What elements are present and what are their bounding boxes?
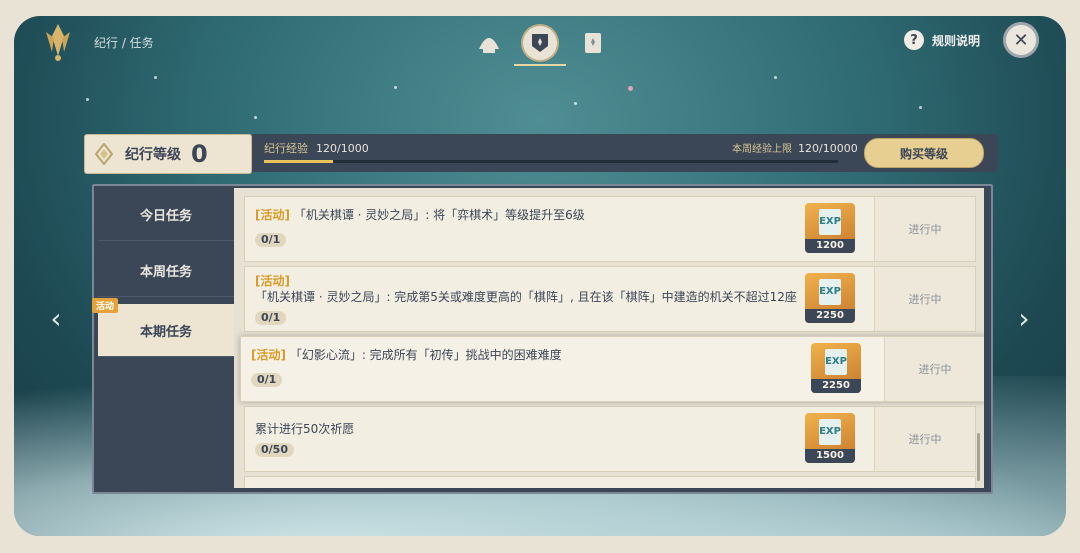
mission-status: 进行中 (874, 197, 975, 261)
mission-list: [活动] 「机关棋谭 · 灵妙之局」: 将「弈棋术」等级提升至6级 0/1 EX… (234, 188, 984, 488)
mission-panel: 今日任务 本周任务 活动 本期任务 [活动] 「机关棋谭 · 灵妙之局」: 将「… (92, 184, 993, 494)
question-icon: ? (904, 30, 924, 50)
exp-text: 纪行经验 120/1000 (264, 140, 369, 156)
reward-item[interactable]: EXP 1200 (805, 203, 855, 253)
weekly-cap: 本周经验上限 120/10000 (732, 140, 858, 155)
tab-missions[interactable] (523, 26, 557, 60)
active-tab-indicator (514, 64, 566, 66)
mission-progress: 0/1 (255, 311, 287, 325)
weekly-label: 本周经验上限 (732, 144, 792, 155)
exp-book-icon: EXP (819, 279, 841, 305)
exp-book-icon: EXP (825, 349, 847, 375)
reward-item[interactable]: EXP 2250 (811, 343, 861, 393)
tab-shop[interactable] (576, 26, 610, 60)
reward-amount: 2250 (805, 309, 855, 323)
mission-row: 累计进行50次祈愿 0/50 EXP 1500 进行中 (244, 406, 976, 472)
close-icon: ✕ (1013, 29, 1029, 51)
event-tag: [活动] (255, 208, 290, 222)
buy-level-button[interactable]: 购买等级 (864, 138, 984, 168)
exp-progress-bar (264, 160, 838, 163)
exp-box: 纪行经验 120/1000 本周经验上限 120/10000 购买等级 (252, 134, 998, 172)
rules-label: 规则说明 (932, 33, 981, 48)
tab-rewards[interactable] (472, 26, 506, 60)
event-tag: [活动] (255, 274, 290, 288)
nav-label: 本周任务 (139, 264, 192, 280)
event-badge: 活动 (92, 298, 119, 313)
close-button[interactable]: ✕ (1006, 25, 1036, 55)
breadcrumb: 纪行 / 任务 (94, 36, 154, 50)
exp-label: 纪行经验 (264, 142, 308, 155)
exp-book-icon: EXP (819, 209, 841, 235)
card-icon (585, 33, 601, 53)
mission-category-nav: 今日任务 本周任务 活动 本期任务 (92, 188, 234, 488)
mission-progress: 0/50 (255, 443, 294, 457)
prev-page-arrow-icon[interactable]: ‹ (44, 304, 68, 334)
exp-progress-fill (264, 160, 333, 163)
level-box: 纪行等级 0 (84, 134, 252, 174)
mission-description: [活动] 「幻影心流」: 完成所有「初传」挑战中的困难难度 (251, 347, 801, 363)
mission-progress: 0/1 (251, 373, 283, 387)
mission-row: [活动] 「机关棋谭 · 灵妙之局」: 将「弈棋术」等级提升至6级 0/1 EX… (244, 196, 976, 262)
mission-row (244, 476, 976, 488)
mission-progress: 0/1 (255, 233, 287, 247)
mission-status: 进行中 (874, 267, 975, 331)
mission-description: [活动] 「机关棋谭 · 灵妙之局」: 将「弈棋术」等级提升至6级 (255, 207, 805, 223)
top-bar: 纪行 / 任务 ? 规则说明 ✕ (14, 16, 1066, 68)
mission-status: 进行中 (874, 407, 975, 471)
list-scrollbar[interactable] (977, 433, 980, 481)
reward-item[interactable]: EXP 1500 (805, 413, 855, 463)
exp-value: 120/1000 (316, 142, 369, 155)
reward-item[interactable]: EXP 2250 (805, 273, 855, 323)
level-bar: 纪行等级 0 纪行经验 120/1000 本周经验上限 120/10000 购买等级 (84, 134, 998, 174)
mission-description: [活动] 「机关棋谭 · 灵妙之局」: 完成第5关或难度更高的「棋阵」, 且在该… (255, 273, 805, 305)
mission-text: 「机关棋谭 · 灵妙之局」: 完成第5关或难度更高的「棋阵」, 且在该「棋阵」中… (255, 290, 797, 304)
mission-text: 「幻影心流」: 完成所有「初传」挑战中的困难难度 (289, 348, 562, 362)
mission-row: [活动] 「幻影心流」: 完成所有「初传」挑战中的困难难度 0/1 EXP 22… (240, 336, 984, 402)
game-screen: 纪行 / 任务 ? 规则说明 ✕ 纪行等级 0 纪行经验 120/1000 本周… (14, 16, 1066, 536)
mission-status: 进行中 (884, 337, 984, 401)
mission-text: 累计进行50次祈愿 (255, 422, 355, 436)
badge-icon (532, 34, 548, 52)
tab-weekly-missions[interactable]: 本周任务 (98, 244, 234, 297)
tab-daily-missions[interactable]: 今日任务 (98, 188, 234, 241)
exp-book-icon: EXP (819, 419, 841, 445)
mission-text: 「机关棋谭 · 灵妙之局」: 将「弈棋术」等级提升至6级 (293, 208, 585, 222)
mission-row: [活动] 「机关棋谭 · 灵妙之局」: 完成第5关或难度更高的「棋阵」, 且在该… (244, 266, 976, 332)
battle-pass-logo-icon (40, 22, 76, 62)
rules-button[interactable]: ? 规则说明 (904, 30, 980, 50)
tab-period-missions[interactable]: 活动 本期任务 (92, 298, 234, 357)
mission-description: 累计进行50次祈愿 (255, 421, 805, 437)
next-page-arrow-icon[interactable]: › (1012, 304, 1036, 334)
event-tag: [活动] (251, 348, 286, 362)
level-value: 0 (191, 140, 208, 168)
level-gem-icon (95, 143, 113, 165)
weekly-value: 120/10000 (798, 142, 858, 155)
shell-icon (479, 38, 499, 53)
level-label: 纪行等级 (125, 147, 181, 163)
nav-label: 今日任务 (139, 208, 192, 224)
reward-amount: 1500 (805, 449, 855, 463)
reward-amount: 1200 (805, 239, 855, 253)
reward-amount: 2250 (811, 379, 861, 393)
nav-label: 本期任务 (139, 324, 192, 340)
